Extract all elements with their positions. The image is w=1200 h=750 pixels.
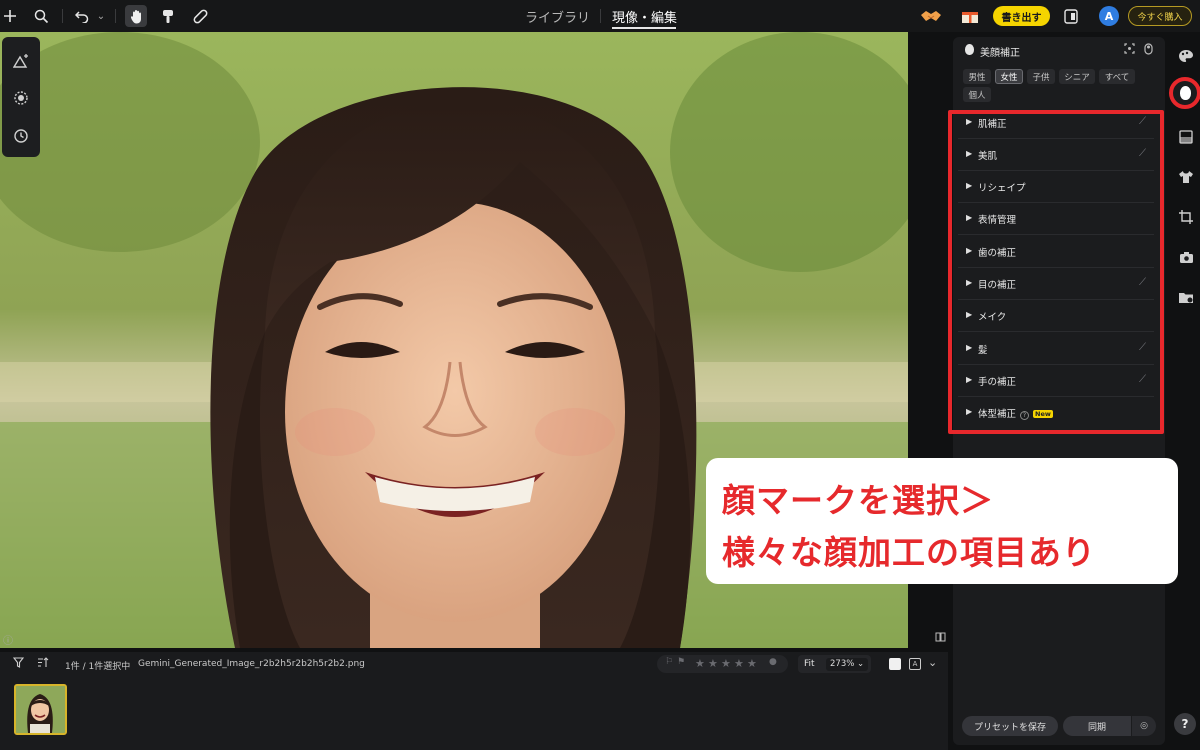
bandage-icon[interactable] xyxy=(190,6,210,26)
sort-icon[interactable] xyxy=(37,657,49,671)
chip-child[interactable]: 子供 xyxy=(1027,69,1055,84)
gift-icon[interactable] xyxy=(960,6,980,26)
chip-individual[interactable]: 個人 xyxy=(963,87,991,102)
thumbnail-image xyxy=(16,686,65,733)
zoom-fit-button[interactable]: Fit xyxy=(804,659,815,669)
view-controls: A ⌄ xyxy=(883,655,943,673)
buy-now-button[interactable]: 今すぐ購入 xyxy=(1128,6,1192,26)
brush-icon[interactable] xyxy=(158,6,178,26)
sync-button[interactable]: 同期 xyxy=(1063,716,1131,736)
star-icon[interactable]: ★ xyxy=(695,657,705,670)
undo-icon[interactable] xyxy=(72,6,92,26)
user-avatar[interactable]: A xyxy=(1099,6,1119,26)
tab-divider xyxy=(600,9,601,23)
chip-all[interactable]: すべて xyxy=(1099,69,1135,84)
save-preset-button[interactable]: プリセットを保存 xyxy=(962,716,1058,736)
sync-options-icon[interactable]: ◎ xyxy=(1131,716,1156,736)
chevron-down-icon[interactable]: ⌄ xyxy=(91,6,111,26)
chevron-down-icon[interactable]: ⌄ xyxy=(928,656,937,669)
callout-line-1: 顔マークを選択＞ xyxy=(722,481,994,520)
folder-icon[interactable] xyxy=(1176,287,1196,307)
active-tab-indicator xyxy=(612,27,676,29)
plus-icon[interactable] xyxy=(0,6,20,26)
single-view-icon[interactable] xyxy=(889,658,901,670)
rating-bar: ⚐ ⚑ ★ ★ ★ ★ ★ ● xyxy=(657,655,788,673)
tab-library[interactable]: ライブラリ xyxy=(525,7,590,26)
star-icon[interactable]: ★ xyxy=(708,657,718,670)
panel-toggle-icon[interactable] xyxy=(1061,6,1081,26)
face-icon xyxy=(1180,86,1191,100)
sun-icon[interactable] xyxy=(11,88,31,108)
top-toolbar: ⌄ ライブラリ 現像・編集 書き出す A 今すぐ購入 xyxy=(0,0,1200,32)
toggle-icon[interactable] xyxy=(1144,43,1153,58)
face-tool-button[interactable] xyxy=(1169,77,1200,109)
star-icon[interactable]: ★ xyxy=(747,657,757,670)
tshirt-icon[interactable] xyxy=(1176,167,1196,187)
crop-icon[interactable] xyxy=(1176,207,1196,227)
filmstrip-panel: 1件 / 1件選択中 Gemini_Generated_Image_r2b2h5… xyxy=(0,652,948,750)
camera-icon[interactable] xyxy=(1176,247,1196,267)
star-icon[interactable]: ★ xyxy=(721,657,731,670)
history-icon[interactable] xyxy=(11,126,31,146)
callout-line-2: 様々な顔加工の項目あり xyxy=(722,533,1096,572)
chip-male[interactable]: 男性 xyxy=(963,69,991,84)
annotation-callout: 顔マークを選択＞ 様々な顔加工の項目あり xyxy=(706,458,1178,584)
file-name: Gemini_Generated_Image_r2b2h5r2b2h5r2b2.… xyxy=(138,659,365,669)
chip-female[interactable]: 女性 xyxy=(995,69,1023,84)
book-icon[interactable] xyxy=(935,632,946,645)
gradient-icon[interactable] xyxy=(1176,127,1196,147)
info-icon[interactable]: ⓘ xyxy=(3,632,13,647)
zoom-select[interactable]: 273% ⌄ xyxy=(826,658,868,671)
star-icon[interactable]: ★ xyxy=(734,657,744,670)
highlight-box xyxy=(948,110,1164,434)
color-label-icon[interactable]: ● xyxy=(769,657,777,667)
compare-view-icon[interactable]: A xyxy=(909,658,921,670)
palette-icon[interactable] xyxy=(1176,46,1196,66)
left-tool-panel xyxy=(2,37,40,157)
filmstrip-thumbnail[interactable] xyxy=(14,684,67,735)
reject-flag-icon[interactable]: ⚑ xyxy=(677,657,685,667)
filmstrip-toolbar: 1件 / 1件選択中 Gemini_Generated_Image_r2b2h5… xyxy=(0,652,948,676)
app-window: ⌄ ライブラリ 現像・編集 書き出す A 今すぐ購入 ⓘ 美顔補正 男性 女性 … xyxy=(0,0,1200,750)
auto-adjust-icon[interactable] xyxy=(11,50,31,70)
flag-icon[interactable]: ⚐ xyxy=(665,657,673,667)
zoom-control: Fit 273% ⌄ xyxy=(798,655,871,673)
help-button[interactable]: ? xyxy=(1174,713,1196,735)
search-icon[interactable] xyxy=(31,6,51,26)
panel-title: 美顔補正 xyxy=(980,48,1020,59)
tab-develop[interactable]: 現像・編集 xyxy=(612,7,677,26)
selection-count: 1件 / 1件選択中 xyxy=(65,662,131,672)
face-detect-icon[interactable] xyxy=(1124,43,1135,57)
face-icon xyxy=(965,44,974,55)
handshake-icon[interactable] xyxy=(918,6,944,26)
hand-icon[interactable] xyxy=(125,5,147,27)
chip-senior[interactable]: シニア xyxy=(1059,69,1095,84)
toolbar-divider xyxy=(115,9,116,23)
toolbar-divider xyxy=(62,9,63,23)
zoom-value: 273% xyxy=(830,659,855,669)
filter-icon[interactable] xyxy=(12,657,25,671)
export-button[interactable]: 書き出す xyxy=(993,6,1050,26)
